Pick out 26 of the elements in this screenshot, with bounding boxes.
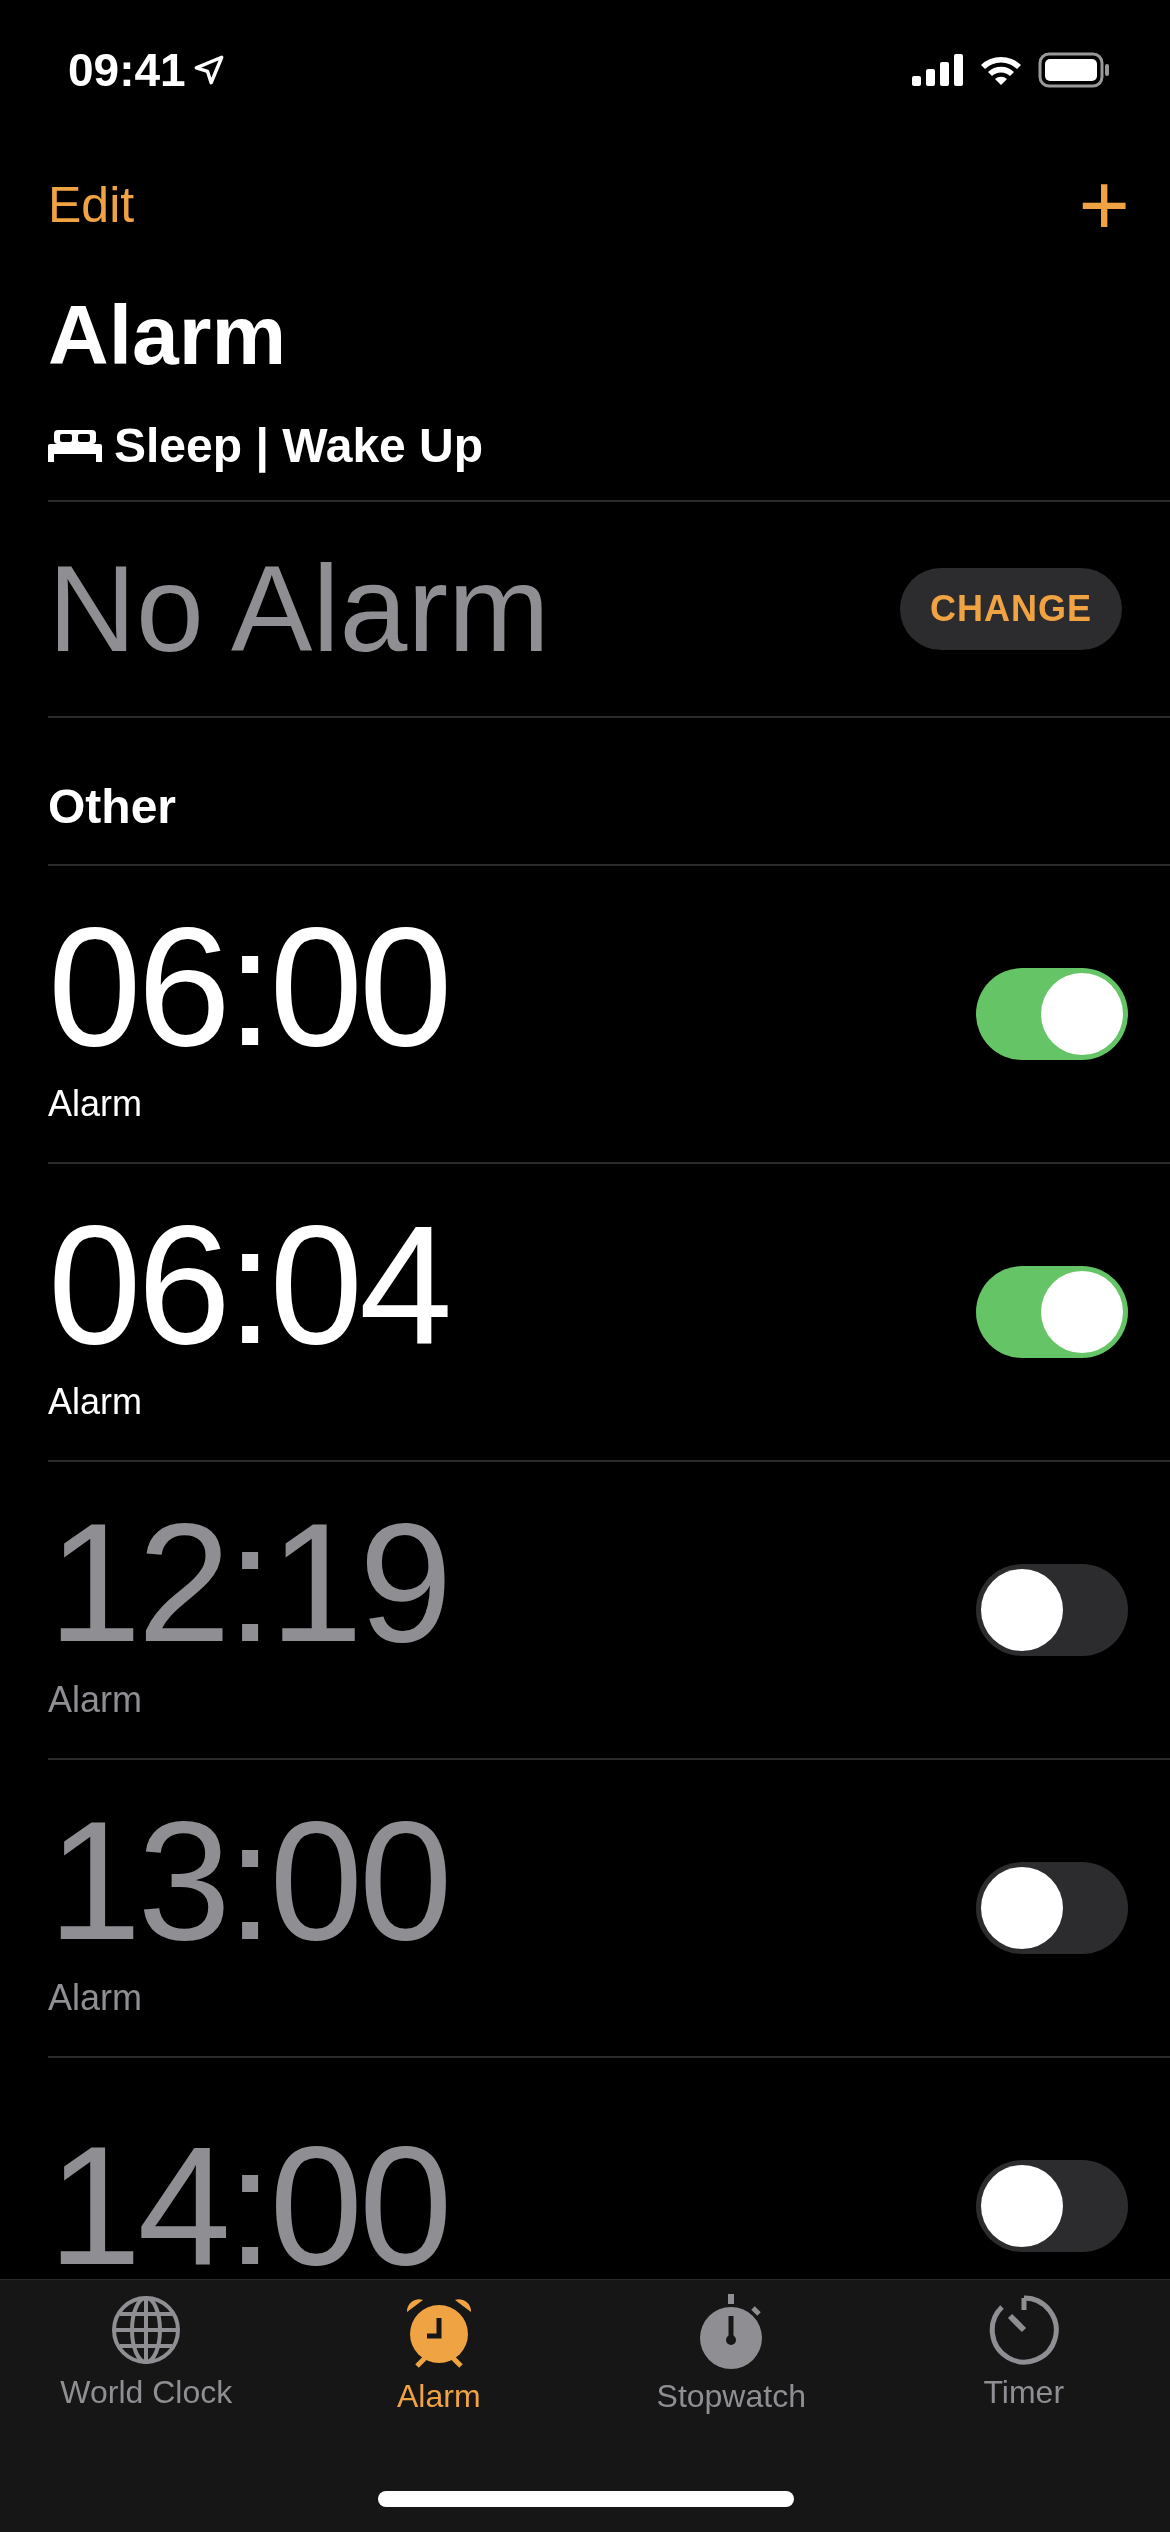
- alarm-time: 12:19: [48, 1499, 449, 1667]
- alarm-label: Alarm: [48, 1381, 143, 1423]
- section-heading: Other: [48, 718, 1170, 866]
- tab[interactable]: Timer: [877, 2294, 1170, 2415]
- alarm-time: 06:04: [48, 1201, 449, 1369]
- signal-icon: [912, 54, 964, 86]
- add-button[interactable]: +: [1078, 161, 1130, 249]
- tab[interactable]: World Clock: [0, 2294, 293, 2415]
- alarm-label: Alarm: [48, 1083, 143, 1125]
- alarm-label: Alarm: [48, 1679, 143, 1721]
- bed-icon: [48, 428, 102, 462]
- alarm-time: 06:00: [48, 903, 449, 1071]
- section-heading: Sleep | Wake Up: [114, 417, 484, 473]
- page-title: Alarm: [48, 286, 288, 384]
- status-time: 09:41: [68, 43, 186, 97]
- sleep-alarm-value: No Alarm: [48, 540, 550, 679]
- tab[interactable]: Stopwatch: [585, 2294, 878, 2415]
- globe-icon: [110, 2294, 183, 2366]
- tab[interactable]: Alarm: [292, 2294, 585, 2415]
- battery-icon: [1038, 52, 1110, 88]
- alarm-label: Alarm: [48, 1977, 143, 2019]
- alarm-time: 14:00: [48, 2122, 449, 2290]
- alarm-time: 13:00: [48, 1797, 449, 1965]
- edit-button[interactable]: Edit: [48, 176, 135, 234]
- change-button[interactable]: CHANGE: [900, 568, 1122, 650]
- timer-icon: [987, 2294, 1060, 2366]
